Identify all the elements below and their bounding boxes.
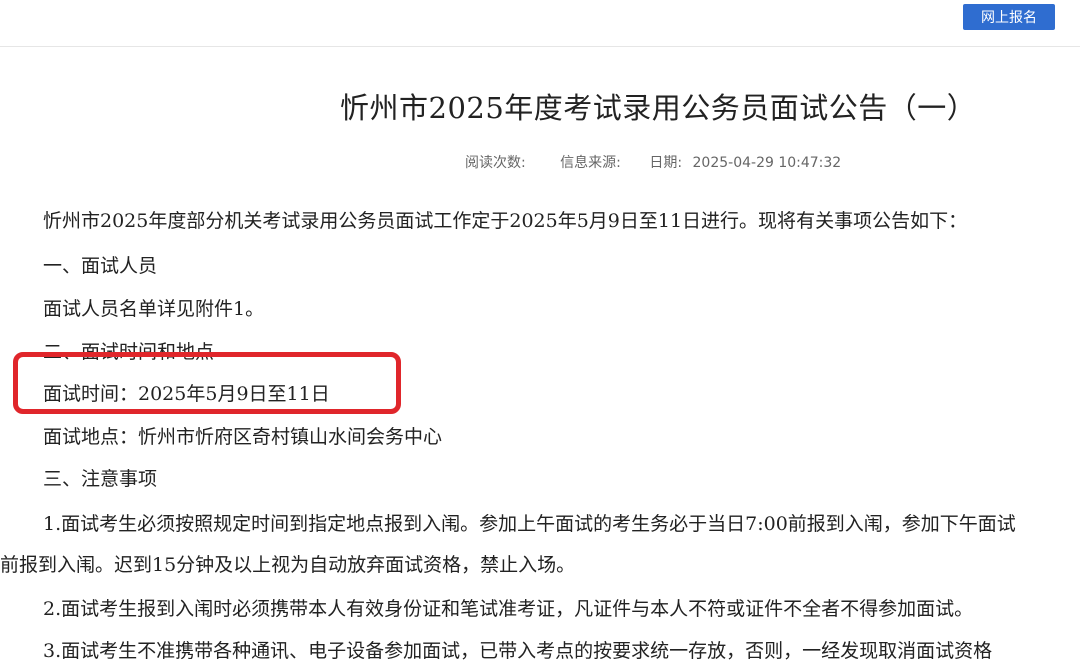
section3-heading: 三、注意事项 bbox=[43, 468, 158, 490]
top-bar: 网上报名 bbox=[0, 0, 1080, 47]
section2-heading: 二、面试时间和地点 bbox=[43, 341, 215, 363]
date-value: 2025-04-29 10:47:32 bbox=[692, 155, 842, 171]
note3: 3.面试考生不准携带各种通讯、电子设备参加面试，已带入考点的按要求统一存放，否则… bbox=[43, 640, 993, 662]
note1-line2: 前报到入闱。迟到15分钟及以上视为自动放弃面试资格，禁止入场。 bbox=[0, 554, 576, 576]
date-label: 日期: bbox=[649, 155, 683, 171]
online-signup-button[interactable]: 网上报名 bbox=[963, 4, 1055, 30]
interview-place: 面试地点：忻州市忻府区奇村镇山水间会务中心 bbox=[43, 426, 443, 448]
article-title: 忻州市2025年度考试录用公务员面试公告（一） bbox=[340, 91, 977, 125]
section1-heading: 一、面试人员 bbox=[43, 255, 158, 277]
source-label: 信息来源: bbox=[560, 155, 621, 171]
article-meta: 阅读次数: 信息来源: 日期: 2025-04-29 10:47:32 bbox=[465, 152, 841, 172]
interview-time: 面试时间：2025年5月9日至11日 bbox=[43, 383, 330, 405]
reads-label: 阅读次数: bbox=[465, 155, 526, 171]
intro-paragraph: 忻州市2025年度部分机关考试录用公务员面试工作定于2025年5月9日至11日进… bbox=[43, 210, 968, 232]
note2: 2.面试考生报到入闱时必须携带本人有效身份证和笔试准考证，凡证件与本人不符或证件… bbox=[43, 598, 974, 620]
note1-line1: 1.面试考生必须按照规定时间到指定地点报到入闱。参加上午面试的考生务必于当日7:… bbox=[43, 513, 1016, 535]
section1-text: 面试人员名单详见附件1。 bbox=[43, 298, 265, 320]
